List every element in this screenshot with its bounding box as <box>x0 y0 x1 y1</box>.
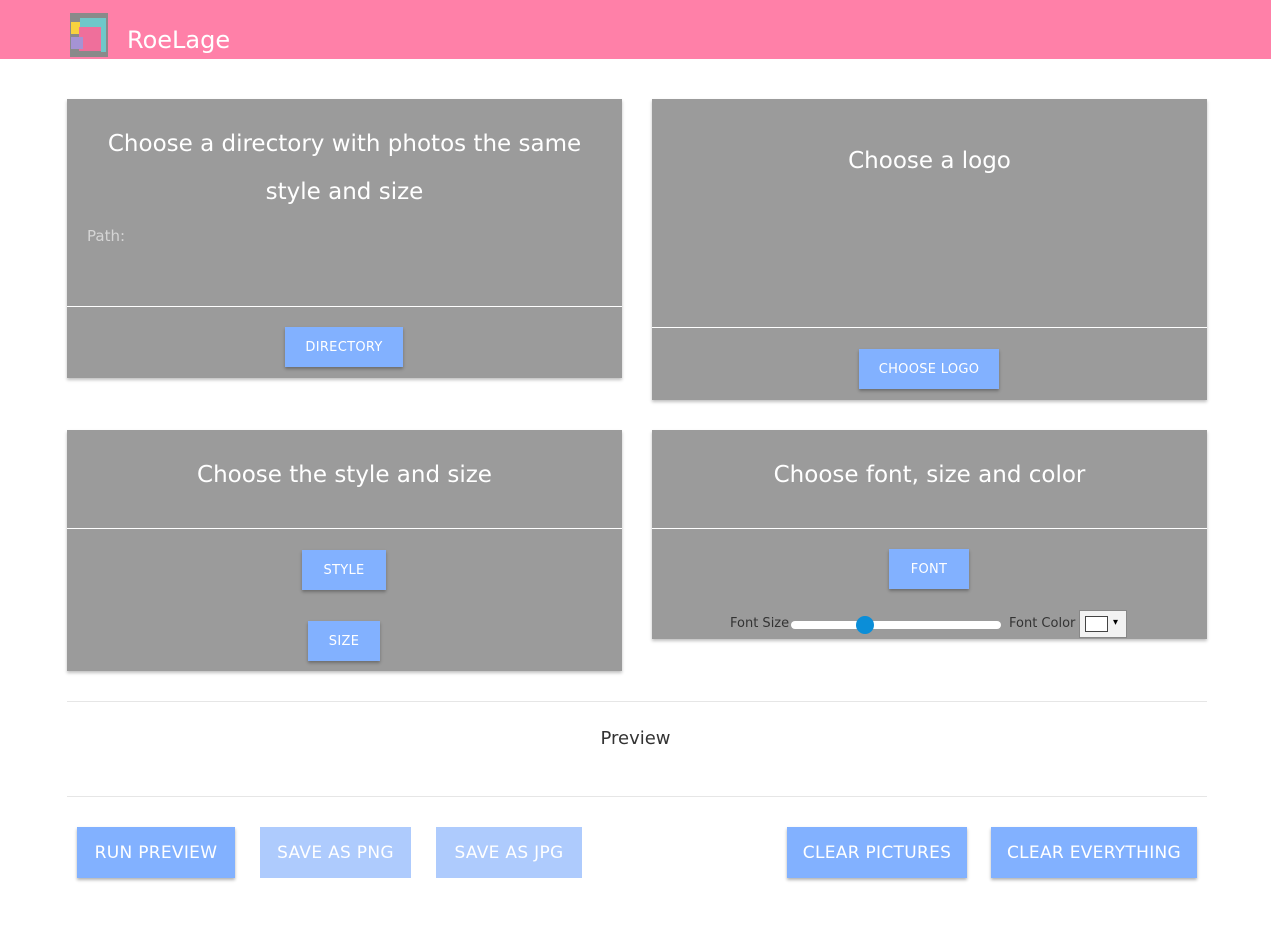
font-size-slider-thumb[interactable] <box>855 616 874 634</box>
font-color-swatch <box>1085 616 1108 632</box>
size-button[interactable]: SIZE <box>308 621 380 661</box>
card-divider <box>652 528 1207 529</box>
font-color-picker[interactable]: ▾ <box>1079 610 1127 638</box>
preview-label: Preview <box>600 728 671 749</box>
preview-bottom-divider <box>67 796 1207 797</box>
style-card: Choose the style and size STYLE SIZE <box>67 430 622 671</box>
choose-logo-button[interactable]: CHOOSE LOGO <box>859 349 999 389</box>
save-png-button[interactable]: SAVE AS PNG <box>260 827 411 878</box>
clear-pictures-button[interactable]: CLEAR PICTURES <box>787 827 967 878</box>
save-jpg-button[interactable]: SAVE AS JPG <box>436 827 582 878</box>
path-label: Path: <box>87 227 126 245</box>
directory-button[interactable]: DIRECTORY <box>285 327 403 367</box>
font-color-label: Font Color <box>1009 616 1076 631</box>
directory-card-title: Choose a directory with photos the same … <box>107 131 582 205</box>
preview-top-divider <box>67 701 1207 702</box>
app-title: RoeLage <box>127 26 231 54</box>
chevron-down-icon: ▾ <box>1113 617 1119 628</box>
card-divider <box>67 306 622 307</box>
logo-card: Choose a logo CHOOSE LOGO <box>652 99 1207 400</box>
font-size-label: Font Size <box>730 616 790 631</box>
logo-card-title: Choose a logo <box>848 148 1011 174</box>
font-button[interactable]: FONT <box>889 549 969 589</box>
style-card-title: Choose the style and size <box>197 462 492 488</box>
font-card: Choose font, size and color FONT Font Si… <box>652 430 1207 639</box>
run-preview-button[interactable]: RUN PREVIEW <box>77 827 235 878</box>
font-size-slider[interactable] <box>791 621 1001 629</box>
clear-everything-button[interactable]: CLEAR EVERYTHING <box>991 827 1197 878</box>
card-divider <box>652 327 1207 328</box>
app-header: RoeLage <box>0 0 1271 59</box>
font-card-title: Choose font, size and color <box>773 462 1086 488</box>
collage-logo-icon <box>70 13 108 57</box>
style-button[interactable]: STYLE <box>302 550 386 590</box>
card-divider <box>67 528 622 529</box>
directory-card: Choose a directory with photos the same … <box>67 99 622 378</box>
